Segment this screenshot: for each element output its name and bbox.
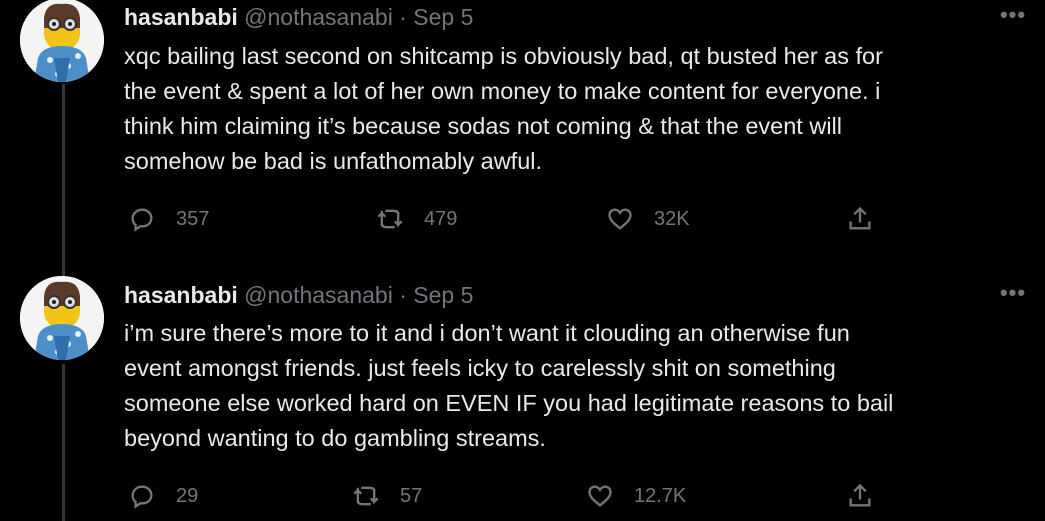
reply-button[interactable]: 357 [128, 204, 209, 234]
reply-icon [131, 485, 153, 509]
retweet-icon [377, 209, 403, 229]
like-count: 12.7K [634, 484, 687, 507]
reply-count: 357 [176, 207, 210, 230]
share-button[interactable] [846, 204, 874, 234]
avatar[interactable] [20, 0, 104, 82]
retweet-icon [353, 486, 379, 506]
retweet-count: 57 [400, 484, 423, 507]
tweet-text: i’m sure there’s more to it and i don’t … [124, 320, 894, 451]
like-button[interactable]: 32K [606, 204, 690, 234]
tweet-actions: 357 479 32K [124, 204, 1024, 234]
display-name[interactable]: hasanbabi [124, 4, 238, 30]
share-icon [849, 206, 871, 230]
tweet[interactable]: hasanbabi @nothasanabi · Sep 5 ••• xqc b… [0, 0, 1045, 260]
reply-button[interactable]: 29 [128, 481, 198, 511]
retweet-button[interactable]: 479 [376, 204, 457, 234]
tweet-actions: 29 57 12.7K [124, 481, 1024, 511]
reply-count: 29 [176, 484, 199, 507]
more-icon: ••• [999, 280, 1027, 305]
display-name[interactable]: hasanbabi [124, 282, 238, 308]
reply-icon [131, 208, 153, 232]
tweet-text: xqc bailing last second on shitcamp is o… [124, 43, 883, 174]
user-handle[interactable]: @nothasanabi [244, 282, 393, 308]
tweet-date[interactable]: Sep 5 [413, 4, 473, 30]
more-options-button[interactable]: ••• [997, 282, 1029, 306]
tweet-header: hasanbabi @nothasanabi · Sep 5 [124, 4, 473, 31]
heart-icon [608, 208, 632, 230]
tweet[interactable]: hasanbabi @nothasanabi · Sep 5 ••• i’m s… [0, 276, 1045, 521]
more-options-button[interactable]: ••• [997, 4, 1029, 28]
more-icon: ••• [999, 2, 1027, 27]
retweet-count: 479 [424, 207, 458, 230]
heart-icon [588, 485, 612, 507]
retweet-button[interactable]: 57 [352, 481, 422, 511]
share-button[interactable] [846, 481, 874, 511]
avatar[interactable] [20, 276, 104, 360]
separator: · [399, 282, 407, 308]
tweet-date[interactable]: Sep 5 [413, 282, 473, 308]
user-handle[interactable]: @nothasanabi [244, 4, 393, 30]
tweet-header: hasanbabi @nothasanabi · Sep 5 [124, 282, 473, 309]
separator: · [399, 4, 407, 30]
share-icon [849, 483, 871, 507]
like-button[interactable]: 12.7K [586, 481, 686, 511]
like-count: 32K [654, 207, 690, 230]
